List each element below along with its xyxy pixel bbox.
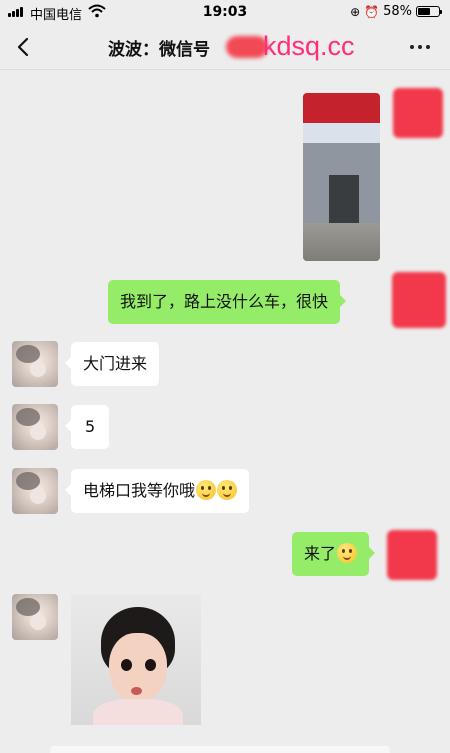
watermark-text: kdsq.cc bbox=[263, 31, 355, 61]
message-bubble-incoming[interactable]: 5 bbox=[64, 405, 110, 449]
more-dot bbox=[426, 45, 430, 49]
contact-avatar[interactable] bbox=[12, 594, 58, 640]
message-text: 5 bbox=[85, 417, 96, 436]
smile-emoji-icon bbox=[196, 480, 217, 500]
message-text: 电梯口我等你哦 bbox=[83, 481, 196, 500]
alarm-icon: ⏰ bbox=[364, 4, 380, 19]
photo-shirt bbox=[93, 699, 183, 725]
photo-shop-sign bbox=[303, 93, 380, 123]
child-photo-message[interactable] bbox=[71, 595, 201, 725]
photo-shop-banner bbox=[303, 123, 380, 143]
self-avatar-redacted[interactable] bbox=[393, 88, 443, 138]
message-text: 来了 bbox=[304, 544, 337, 563]
photo-eye bbox=[121, 659, 132, 671]
redaction-mark bbox=[226, 36, 268, 58]
chat-title: 波波：微信号 bbox=[108, 40, 210, 60]
message-bubble-incoming[interactable]: 大门进来 bbox=[64, 342, 160, 386]
photo-eye bbox=[145, 659, 156, 671]
input-bar-edge bbox=[50, 746, 390, 753]
chat-header: 波波：微信号 kdsq.cc bbox=[0, 24, 450, 70]
photo-door bbox=[329, 175, 359, 225]
contact-avatar[interactable] bbox=[12, 468, 58, 514]
message-bubble-outgoing[interactable]: 来了 bbox=[292, 532, 376, 576]
status-right: ⊕ ⏰ 58% bbox=[350, 4, 442, 19]
message-text: 大门进来 bbox=[83, 354, 148, 373]
self-avatar-redacted[interactable] bbox=[387, 530, 437, 580]
more-button[interactable] bbox=[404, 34, 436, 60]
status-bar: 中国电信 19:03 ⊕ ⏰ 58% bbox=[0, 0, 450, 24]
message-bubble-incoming[interactable]: 电梯口我等你哦 bbox=[64, 469, 250, 513]
more-dots-icon bbox=[410, 45, 414, 49]
contact-avatar[interactable] bbox=[12, 341, 58, 387]
photo-mouth bbox=[131, 687, 142, 695]
location-icon: ⊕ bbox=[350, 4, 361, 19]
self-avatar-redacted[interactable] bbox=[392, 272, 446, 328]
back-button[interactable] bbox=[8, 32, 38, 62]
more-dot bbox=[418, 45, 422, 49]
chevron-left-icon bbox=[17, 37, 29, 57]
battery-level-fill bbox=[418, 8, 430, 15]
contact-avatar[interactable] bbox=[12, 404, 58, 450]
smile-emoji-icon bbox=[217, 480, 238, 500]
grin-emoji-icon bbox=[337, 543, 358, 563]
message-text: 我到了，路上没什么车，很快 bbox=[120, 292, 329, 311]
battery-percent: 58% bbox=[383, 4, 412, 19]
battery-icon bbox=[416, 6, 442, 17]
photo-ground bbox=[303, 223, 380, 261]
message-bubble-outgoing[interactable]: 我到了，路上没什么车，很快 bbox=[108, 280, 347, 324]
street-photo-message[interactable] bbox=[303, 93, 380, 261]
